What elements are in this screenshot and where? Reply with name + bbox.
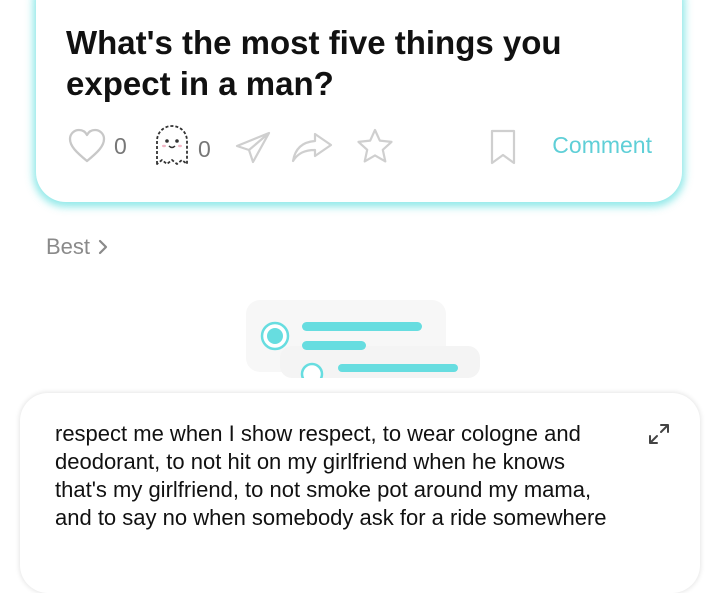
comment-button[interactable]: Comment — [552, 132, 652, 159]
sort-label: Best — [46, 234, 91, 259]
like-count: 0 — [114, 132, 127, 159]
ghost-button[interactable]: 0 — [154, 124, 211, 168]
star-outline-icon — [357, 128, 393, 163]
answer-card[interactable]: respect me when I show respect, to wear … — [20, 393, 700, 593]
sort-best-link[interactable]: Best — [46, 234, 108, 260]
illustration-line-3 — [338, 364, 458, 372]
illustration-radio-inner — [267, 328, 283, 344]
illustration-radio-2 — [300, 362, 324, 378]
like-button[interactable]: 0 — [68, 128, 127, 164]
bookmark-outline-icon — [490, 129, 516, 165]
heart-outline-icon — [68, 128, 106, 163]
answer-text: respect me when I show respect, to wear … — [55, 421, 607, 530]
answers-illustration — [246, 300, 480, 378]
favorite-button[interactable] — [356, 128, 394, 164]
post-title: What's the most five things you expect i… — [66, 24, 562, 102]
bookmark-button[interactable] — [488, 128, 518, 166]
illustration-line-1 — [302, 322, 422, 331]
chevron-right-icon — [98, 239, 108, 255]
ghost-count: 0 — [198, 135, 211, 162]
share-arrow-icon — [291, 132, 333, 163]
post-card: What's the most five things you expect i… — [36, 0, 682, 202]
illustration-line-2 — [302, 341, 366, 350]
send-button[interactable] — [234, 130, 272, 164]
paper-plane-icon — [235, 131, 271, 164]
share-button[interactable] — [290, 130, 334, 164]
ghost-icon — [156, 125, 188, 165]
expand-icon[interactable] — [648, 423, 670, 445]
post-actions-bar: 0 0 Comment — [36, 125, 682, 172]
